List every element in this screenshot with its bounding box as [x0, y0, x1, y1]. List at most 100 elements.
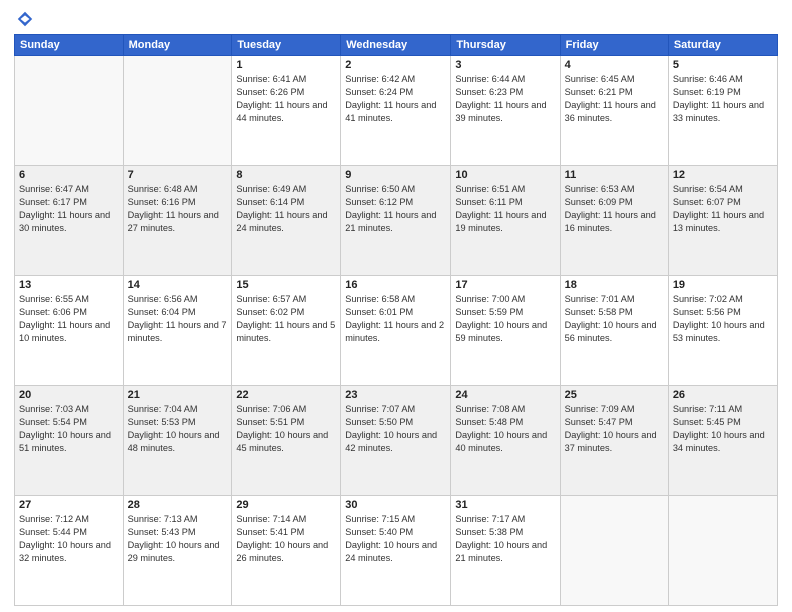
day-info: Sunrise: 6:49 AM Sunset: 6:14 PM Dayligh…: [236, 183, 336, 235]
day-number: 1: [236, 59, 336, 71]
day-number: 28: [128, 499, 228, 511]
calendar-cell: 3 Sunrise: 6:44 AM Sunset: 6:23 PM Daylig…: [451, 56, 560, 166]
day-info: Sunrise: 7:00 AM Sunset: 5:59 PM Dayligh…: [455, 293, 555, 345]
day-number: 27: [19, 499, 119, 511]
calendar-week-row: 27 Sunrise: 7:12 AM Sunset: 5:44 PM Dayli…: [15, 496, 778, 606]
weekday-header-sunday: Sunday: [15, 35, 124, 56]
calendar-cell: 15Sunrise: 6:57 AM Sunset: 6:02 PM Dayli…: [232, 276, 341, 386]
day-info: Sunrise: 6:53 AM Sunset: 6:09 PM Dayligh…: [565, 183, 664, 235]
day-info: Sunrise: 6:48 AM Sunset: 6:16 PM Dayligh…: [128, 183, 228, 235]
day-number: 7: [128, 169, 228, 181]
day-number: 24: [455, 389, 555, 401]
calendar-cell: 9 Sunrise: 6:50 AM Sunset: 6:12 PM Daylig…: [341, 166, 451, 276]
calendar-cell: 8Sunrise: 6:49 AM Sunset: 6:14 PM Daylig…: [232, 166, 341, 276]
day-number: 3: [455, 59, 555, 71]
day-number: 19: [673, 279, 773, 291]
calendar-cell: 10 Sunrise: 6:51 AM Sunset: 6:11 PM Dayli…: [451, 166, 560, 276]
day-number: 2: [345, 59, 446, 71]
day-number: 11: [565, 169, 664, 181]
day-number: 12: [673, 169, 773, 181]
day-number: 5: [673, 59, 773, 71]
day-number: 25: [565, 389, 664, 401]
calendar-cell: 29Sunrise: 7:14 AM Sunset: 5:41 PM Dayli…: [232, 496, 341, 606]
calendar-cell: 13Sunrise: 6:55 AM Sunset: 6:06 PM Dayli…: [15, 276, 124, 386]
weekday-header-thursday: Thursday: [451, 35, 560, 56]
calendar-week-row: 1 Sunrise: 6:41 AM Sunset: 6:26 PM Daylig…: [15, 56, 778, 166]
calendar-cell: 18 Sunrise: 7:01 AM Sunset: 5:58 PM Dayli…: [560, 276, 668, 386]
calendar: SundayMondayTuesdayWednesdayThursdayFrid…: [14, 34, 778, 606]
calendar-cell: 22Sunrise: 7:06 AM Sunset: 5:51 PM Dayli…: [232, 386, 341, 496]
day-info: Sunrise: 7:03 AM Sunset: 5:54 PM Dayligh…: [19, 403, 119, 455]
day-info: Sunrise: 6:41 AM Sunset: 6:26 PM Dayligh…: [236, 73, 336, 125]
day-number: 6: [19, 169, 119, 181]
calendar-cell: [15, 56, 124, 166]
day-number: 29: [236, 499, 336, 511]
day-number: 18: [565, 279, 664, 291]
logo: [14, 10, 34, 28]
header: [14, 10, 778, 28]
day-number: 13: [19, 279, 119, 291]
day-info: Sunrise: 7:08 AM Sunset: 5:48 PM Dayligh…: [455, 403, 555, 455]
weekday-header-tuesday: Tuesday: [232, 35, 341, 56]
calendar-cell: 2Sunrise: 6:42 AM Sunset: 6:24 PM Daylig…: [341, 56, 451, 166]
day-number: 17: [455, 279, 555, 291]
day-info: Sunrise: 6:54 AM Sunset: 6:07 PM Dayligh…: [673, 183, 773, 235]
calendar-cell: 5 Sunrise: 6:46 AM Sunset: 6:19 PM Daylig…: [668, 56, 777, 166]
day-info: Sunrise: 6:45 AM Sunset: 6:21 PM Dayligh…: [565, 73, 664, 125]
day-info: Sunrise: 7:12 AM Sunset: 5:44 PM Dayligh…: [19, 513, 119, 565]
calendar-cell: 14 Sunrise: 6:56 AM Sunset: 6:04 PM Dayli…: [123, 276, 232, 386]
day-info: Sunrise: 7:17 AM Sunset: 5:38 PM Dayligh…: [455, 513, 555, 565]
calendar-cell: 4Sunrise: 6:45 AM Sunset: 6:21 PM Daylig…: [560, 56, 668, 166]
calendar-cell: 7 Sunrise: 6:48 AM Sunset: 6:16 PM Daylig…: [123, 166, 232, 276]
calendar-cell: 24 Sunrise: 7:08 AM Sunset: 5:48 PM Dayli…: [451, 386, 560, 496]
calendar-cell: [668, 496, 777, 606]
calendar-cell: 1 Sunrise: 6:41 AM Sunset: 6:26 PM Daylig…: [232, 56, 341, 166]
day-number: 23: [345, 389, 446, 401]
logo-icon: [16, 10, 34, 28]
calendar-cell: 31 Sunrise: 7:17 AM Sunset: 5:38 PM Dayli…: [451, 496, 560, 606]
weekday-header-friday: Friday: [560, 35, 668, 56]
day-info: Sunrise: 6:56 AM Sunset: 6:04 PM Dayligh…: [128, 293, 228, 345]
day-info: Sunrise: 6:47 AM Sunset: 6:17 PM Dayligh…: [19, 183, 119, 235]
day-info: Sunrise: 6:46 AM Sunset: 6:19 PM Dayligh…: [673, 73, 773, 125]
calendar-cell: 11 Sunrise: 6:53 AM Sunset: 6:09 PM Dayli…: [560, 166, 668, 276]
calendar-cell: 12 Sunrise: 6:54 AM Sunset: 6:07 PM Dayli…: [668, 166, 777, 276]
day-number: 31: [455, 499, 555, 511]
day-number: 20: [19, 389, 119, 401]
calendar-cell: 27 Sunrise: 7:12 AM Sunset: 5:44 PM Dayli…: [15, 496, 124, 606]
day-info: Sunrise: 7:15 AM Sunset: 5:40 PM Dayligh…: [345, 513, 446, 565]
day-number: 26: [673, 389, 773, 401]
day-number: 22: [236, 389, 336, 401]
calendar-cell: [560, 496, 668, 606]
calendar-cell: 19 Sunrise: 7:02 AM Sunset: 5:56 PM Dayli…: [668, 276, 777, 386]
day-number: 15: [236, 279, 336, 291]
calendar-cell: 17 Sunrise: 7:00 AM Sunset: 5:59 PM Dayli…: [451, 276, 560, 386]
day-number: 14: [128, 279, 228, 291]
page: SundayMondayTuesdayWednesdayThursdayFrid…: [0, 0, 792, 612]
day-info: Sunrise: 7:11 AM Sunset: 5:45 PM Dayligh…: [673, 403, 773, 455]
calendar-cell: 28Sunrise: 7:13 AM Sunset: 5:43 PM Dayli…: [123, 496, 232, 606]
day-info: Sunrise: 7:09 AM Sunset: 5:47 PM Dayligh…: [565, 403, 664, 455]
day-number: 10: [455, 169, 555, 181]
weekday-header-monday: Monday: [123, 35, 232, 56]
calendar-cell: 23 Sunrise: 7:07 AM Sunset: 5:50 PM Dayli…: [341, 386, 451, 496]
day-info: Sunrise: 6:44 AM Sunset: 6:23 PM Dayligh…: [455, 73, 555, 125]
day-number: 21: [128, 389, 228, 401]
calendar-cell: [123, 56, 232, 166]
weekday-header-row: SundayMondayTuesdayWednesdayThursdayFrid…: [15, 35, 778, 56]
calendar-cell: 20 Sunrise: 7:03 AM Sunset: 5:54 PM Dayli…: [15, 386, 124, 496]
weekday-header-saturday: Saturday: [668, 35, 777, 56]
day-number: 16: [345, 279, 446, 291]
day-info: Sunrise: 6:50 AM Sunset: 6:12 PM Dayligh…: [345, 183, 446, 235]
day-info: Sunrise: 6:51 AM Sunset: 6:11 PM Dayligh…: [455, 183, 555, 235]
day-info: Sunrise: 7:07 AM Sunset: 5:50 PM Dayligh…: [345, 403, 446, 455]
day-info: Sunrise: 7:04 AM Sunset: 5:53 PM Dayligh…: [128, 403, 228, 455]
calendar-cell: 21 Sunrise: 7:04 AM Sunset: 5:53 PM Dayli…: [123, 386, 232, 496]
day-info: Sunrise: 7:02 AM Sunset: 5:56 PM Dayligh…: [673, 293, 773, 345]
weekday-header-wednesday: Wednesday: [341, 35, 451, 56]
calendar-week-row: 13Sunrise: 6:55 AM Sunset: 6:06 PM Dayli…: [15, 276, 778, 386]
calendar-week-row: 6 Sunrise: 6:47 AM Sunset: 6:17 PM Daylig…: [15, 166, 778, 276]
day-number: 9: [345, 169, 446, 181]
day-info: Sunrise: 7:01 AM Sunset: 5:58 PM Dayligh…: [565, 293, 664, 345]
day-number: 30: [345, 499, 446, 511]
